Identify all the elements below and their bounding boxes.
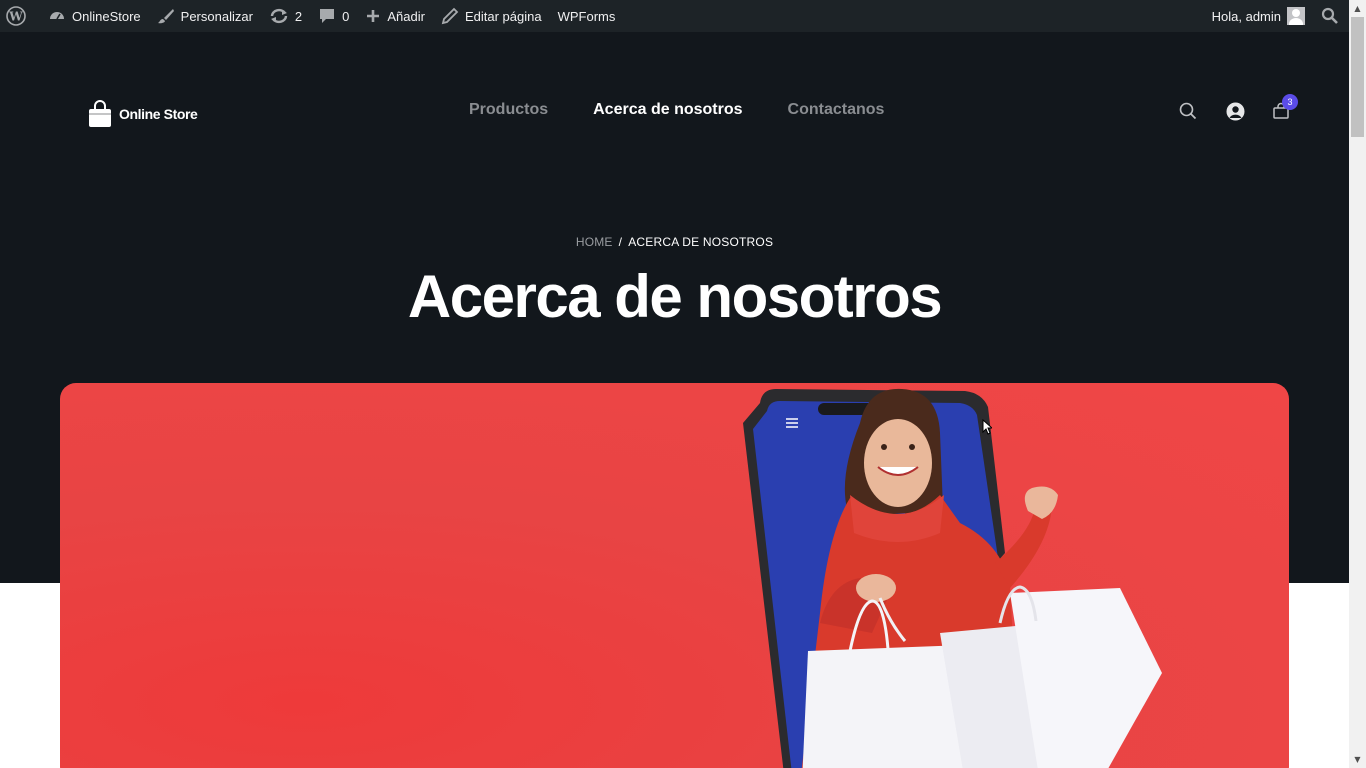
site-name-label: OnlineStore	[72, 8, 141, 24]
dashboard-icon	[50, 12, 64, 20]
wpforms-button[interactable]: WPForms	[550, 0, 624, 32]
plus-icon	[367, 10, 380, 22]
edit-page-button[interactable]: Editar página	[433, 0, 550, 32]
customize-button[interactable]: Personalizar	[149, 0, 261, 32]
nav-item-acerca[interactable]: Acerca de nosotros	[593, 101, 742, 119]
search-icon	[1179, 102, 1197, 120]
comments-button[interactable]: 0	[310, 0, 357, 32]
wordpress-logo-button[interactable]: W	[0, 0, 40, 32]
account-button[interactable]	[1225, 101, 1245, 121]
mouse-cursor-icon	[982, 419, 992, 435]
page-scrollbar[interactable]: ▲ ▼	[1349, 0, 1366, 768]
user-icon	[1226, 102, 1244, 120]
comment-icon	[320, 9, 335, 23]
page-title: Acerca de nosotros	[407, 263, 943, 330]
nav-item-contactanos[interactable]: Contactanos	[788, 101, 885, 119]
wp-admin-bar: W OnlineStore Personalizar 2 0 Añadir Ed…	[0, 0, 1349, 32]
nav-item-productos[interactable]: Productos	[469, 101, 548, 119]
comments-count: 0	[342, 8, 350, 24]
svg-text:W: W	[8, 10, 23, 24]
edit-page-label: Editar página	[464, 8, 542, 24]
main-navigation: Productos Acerca de nosotros Contactanos	[469, 101, 884, 119]
admin-avatar	[1287, 7, 1305, 25]
wpforms-label: WPForms	[557, 8, 616, 24]
brush-icon	[157, 9, 174, 24]
breadcrumb-separator: /	[618, 235, 623, 249]
scroll-up-arrow-icon[interactable]: ▲	[1349, 0, 1366, 17]
scroll-down-arrow-icon[interactable]: ▼	[1349, 751, 1366, 768]
add-new-label: Añadir	[387, 8, 425, 24]
cart-count-badge: 3	[1282, 94, 1298, 110]
breadcrumb-current: ACERCA DE NOSOTROS	[628, 235, 774, 249]
pencil-icon	[441, 7, 459, 25]
customize-label: Personalizar	[180, 8, 253, 24]
logo-text: Online Store	[119, 106, 198, 122]
admin-search-button[interactable]	[1313, 0, 1349, 32]
site-logo[interactable]: Online Store	[88, 100, 198, 128]
updates-icon	[270, 8, 288, 24]
site-name-button[interactable]: OnlineStore	[40, 0, 149, 32]
hero-banner-image	[60, 383, 1289, 768]
updates-count: 2	[294, 8, 303, 24]
scrollbar-thumb[interactable]	[1351, 17, 1364, 137]
breadcrumb-home-link[interactable]: HOME	[576, 235, 613, 249]
header-search-button[interactable]	[1178, 101, 1198, 121]
wordpress-icon: W	[6, 6, 26, 26]
breadcrumb: HOME / ACERCA DE NOSOTROS	[0, 235, 1349, 249]
woman-shopping-phone-illustration	[743, 388, 1162, 768]
search-icon	[1321, 7, 1338, 24]
updates-button[interactable]: 2	[261, 0, 310, 32]
greeting-label: Hola, admin	[1211, 8, 1281, 24]
my-account-button[interactable]: Hola, admin	[1204, 0, 1313, 32]
add-new-button[interactable]: Añadir	[357, 0, 433, 32]
shopping-bag-logo-icon	[89, 100, 111, 127]
